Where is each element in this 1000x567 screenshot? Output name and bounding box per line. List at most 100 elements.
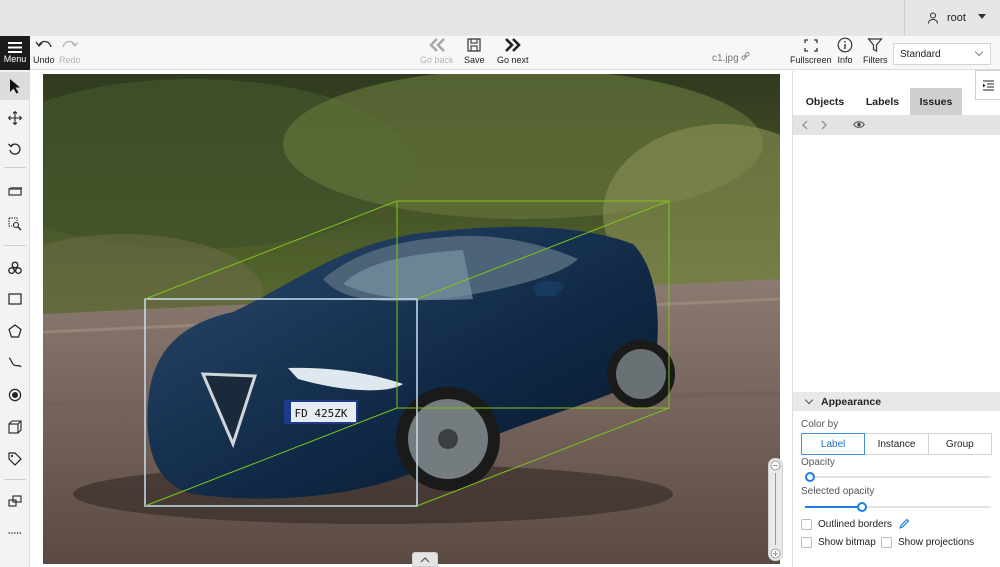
appearance-header[interactable]: Appearance bbox=[793, 392, 1000, 411]
link-icon[interactable] bbox=[741, 51, 751, 61]
go-back-label: Go back bbox=[420, 55, 454, 65]
tag-tool[interactable] bbox=[0, 445, 30, 473]
show-projections-checkbox[interactable] bbox=[881, 537, 892, 548]
hamburger-icon bbox=[8, 42, 22, 53]
fullscreen-button[interactable]: Fullscreen bbox=[790, 38, 832, 65]
undo-icon bbox=[35, 40, 52, 48]
color-by-label: Color by bbox=[801, 419, 839, 430]
info-label: Info bbox=[837, 55, 853, 65]
rotate-icon bbox=[8, 143, 21, 155]
user-menu[interactable]: root bbox=[904, 0, 1000, 36]
split-tool[interactable] bbox=[0, 519, 30, 547]
filter-icon bbox=[867, 38, 884, 52]
save-button[interactable]: Save bbox=[464, 37, 485, 65]
magic-tool[interactable] bbox=[0, 254, 30, 282]
save-label: Save bbox=[464, 55, 485, 65]
polyline-tool[interactable] bbox=[0, 349, 30, 377]
workspace-select[interactable]: Standard bbox=[893, 43, 991, 65]
show-bitmap-checkbox[interactable] bbox=[801, 537, 812, 548]
show-projections-label: Show projections bbox=[898, 537, 975, 548]
fit-image-tool[interactable] bbox=[0, 178, 30, 206]
rotate-tool[interactable] bbox=[0, 135, 30, 163]
menu-button[interactable]: Menu bbox=[0, 36, 30, 70]
go-next-label: Go next bbox=[497, 55, 529, 65]
show-bitmap-label: Show bitmap bbox=[818, 537, 876, 548]
info-button[interactable]: Info bbox=[837, 37, 853, 65]
sidebar-toggle-button[interactable] bbox=[975, 70, 1000, 100]
double-chevron-right-icon bbox=[504, 38, 521, 52]
color-picker-icon[interactable] bbox=[898, 518, 910, 530]
show-projections-option[interactable]: Show projections bbox=[881, 537, 974, 548]
fullscreen-icon bbox=[804, 39, 818, 52]
show-bitmap-option[interactable]: Show bitmap bbox=[801, 537, 876, 548]
selected-opacity-label: Selected opacity bbox=[801, 486, 875, 497]
points-tool[interactable] bbox=[0, 381, 30, 409]
user-icon bbox=[927, 12, 939, 24]
tool-divider bbox=[4, 167, 26, 168]
go-next-button[interactable]: Go next bbox=[497, 37, 529, 65]
move-icon bbox=[8, 111, 22, 125]
polygon-tool[interactable] bbox=[0, 317, 30, 345]
color-by-segmented: Label Instance Group bbox=[801, 433, 992, 455]
annotation-toolbar: Menu Undo Redo Go back Save Go next c1.j… bbox=[0, 36, 1000, 70]
undo-label: Undo bbox=[33, 55, 55, 65]
color-by-instance-option[interactable]: Instance bbox=[865, 433, 929, 455]
canvas-expand-button[interactable] bbox=[412, 552, 438, 567]
rectangle-icon bbox=[8, 293, 22, 305]
go-back-button[interactable]: Go back bbox=[420, 37, 454, 65]
color-by-label-option[interactable]: Label bbox=[801, 433, 866, 455]
selected-opacity-slider-fill bbox=[805, 506, 863, 508]
opacity-slider-track[interactable] bbox=[805, 476, 991, 478]
merge-tool[interactable] bbox=[0, 487, 30, 515]
zoom-region-tool[interactable] bbox=[0, 210, 30, 238]
points-icon bbox=[8, 388, 22, 402]
file-name-text: c1.jpg bbox=[712, 53, 739, 64]
zoom-region-icon bbox=[8, 217, 22, 231]
save-icon bbox=[467, 38, 481, 52]
outlined-borders-option[interactable]: Outlined borders bbox=[801, 518, 910, 530]
undo-button[interactable]: Undo bbox=[33, 39, 55, 65]
tab-objects[interactable]: Objects bbox=[799, 88, 851, 115]
top-header: root bbox=[0, 0, 1000, 36]
polyline-icon bbox=[8, 357, 22, 368]
redo-button[interactable]: Redo bbox=[59, 39, 81, 65]
move-tool[interactable] bbox=[0, 104, 30, 132]
opacity-label: Opacity bbox=[801, 457, 835, 468]
car-photo: FD 425ZK bbox=[43, 74, 780, 564]
redo-label: Redo bbox=[59, 55, 81, 65]
tab-issues[interactable]: Issues bbox=[910, 88, 962, 115]
chevron-right-icon[interactable] bbox=[820, 120, 828, 130]
zoom-slider[interactable] bbox=[768, 458, 783, 561]
selected-opacity-slider-handle[interactable] bbox=[857, 502, 867, 512]
opacity-slider-handle[interactable] bbox=[805, 472, 815, 482]
zoom-in-icon bbox=[770, 460, 781, 471]
annotation-canvas[interactable]: FD 425ZK bbox=[31, 71, 792, 567]
filters-label: Filters bbox=[863, 55, 888, 65]
cursor-icon bbox=[10, 79, 20, 94]
color-by-group-option[interactable]: Group bbox=[928, 433, 992, 455]
split-icon bbox=[8, 532, 22, 534]
appearance-title: Appearance bbox=[821, 395, 882, 408]
zoom-track bbox=[775, 473, 776, 545]
cuboid-annotation[interactable] bbox=[43, 74, 780, 564]
filters-button[interactable]: Filters bbox=[863, 37, 888, 65]
menu-fold-icon bbox=[982, 79, 994, 91]
chevron-down-icon bbox=[974, 47, 984, 57]
fullscreen-label: Fullscreen bbox=[790, 55, 832, 65]
redo-icon bbox=[62, 40, 79, 48]
tab-labels[interactable]: Labels bbox=[855, 88, 910, 115]
fit-image-icon bbox=[8, 187, 22, 196]
file-name: c1.jpg bbox=[712, 51, 751, 64]
tool-divider bbox=[4, 245, 26, 246]
info-icon bbox=[837, 37, 853, 53]
tool-divider bbox=[4, 479, 26, 480]
chevron-up-icon bbox=[420, 557, 430, 563]
chevron-left-icon[interactable] bbox=[801, 120, 809, 130]
objects-sidebar: Objects Labels Issues Appearance Color b… bbox=[792, 71, 1000, 567]
outlined-borders-checkbox[interactable] bbox=[801, 518, 812, 530]
chevron-down-icon bbox=[804, 395, 814, 405]
cursor-tool[interactable] bbox=[0, 72, 30, 100]
cuboid-tool[interactable] bbox=[0, 413, 30, 441]
rectangle-tool[interactable] bbox=[0, 285, 30, 313]
eye-icon[interactable] bbox=[853, 120, 865, 129]
